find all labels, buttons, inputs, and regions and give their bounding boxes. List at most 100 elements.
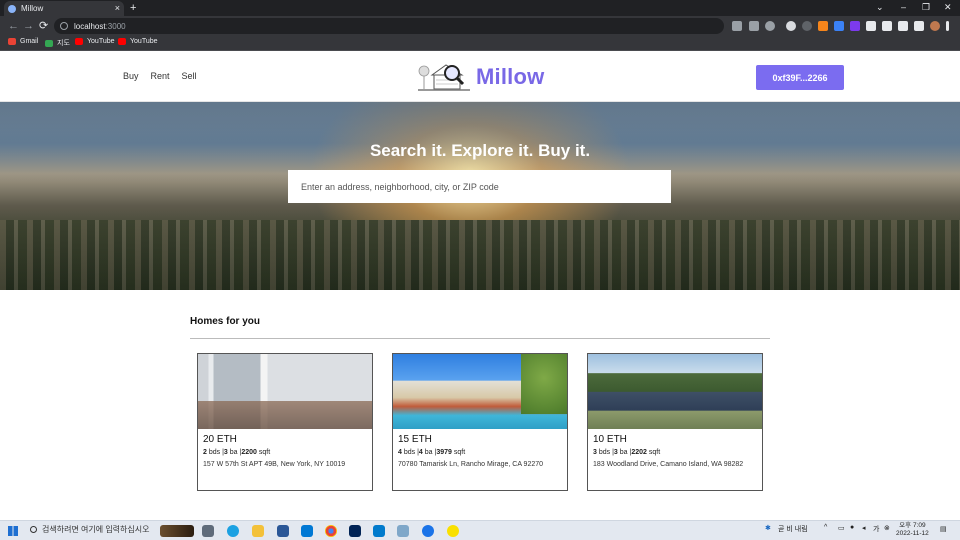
puzzle-extensions-icon[interactable] <box>882 21 892 31</box>
app-icon[interactable] <box>422 525 434 537</box>
extension-icon[interactable] <box>802 21 812 31</box>
extension-icon[interactable] <box>834 21 844 31</box>
bookmark-label: Gmail <box>20 38 39 45</box>
wallet-account-button[interactable]: 0xf39F...2266 <box>756 65 844 90</box>
brand-logo[interactable]: Millow <box>414 59 544 95</box>
bookmark-youtube[interactable]: YouTube <box>118 38 158 45</box>
taskbar-search-text: 검색하려면 여기에 입력하십시오 <box>42 525 150 534</box>
hero-headline: Search it. Explore it. Buy it. <box>369 141 591 160</box>
powershell-icon[interactable] <box>349 525 361 537</box>
bookmark-label: YouTube <box>130 38 158 45</box>
share-icon[interactable] <box>749 21 759 31</box>
youtube-icon <box>75 38 83 45</box>
profile-avatar[interactable] <box>930 21 940 31</box>
url-text: localhost:3000 <box>74 21 126 31</box>
home-image <box>393 354 567 429</box>
task-view-icon[interactable] <box>202 525 214 537</box>
home-image <box>198 354 372 429</box>
home-price: 10 ETH <box>593 434 627 445</box>
battery-icon[interactable]: ▭ <box>838 524 845 532</box>
back-arrow-icon[interactable]: ← <box>8 19 19 33</box>
site-info-icon[interactable] <box>60 22 68 30</box>
mail-icon[interactable] <box>301 525 313 537</box>
side-panel-icon[interactable] <box>914 21 924 31</box>
bookmark-maps[interactable]: 지도 <box>45 38 70 48</box>
extension-icon[interactable] <box>850 21 860 31</box>
bookmark-youtube[interactable]: YouTube <box>75 38 115 45</box>
home-address: 183 Woodland Drive, Camano Island, WA 98… <box>593 461 744 468</box>
store-icon[interactable] <box>277 525 289 537</box>
notification-icon[interactable]: ▤ <box>940 525 947 533</box>
address-bar[interactable]: localhost:3000 <box>54 18 724 34</box>
hero-cityscape <box>0 220 960 290</box>
tab-search-icon[interactable]: ⌄ <box>876 2 884 13</box>
volume-icon[interactable]: ◂ <box>862 524 866 532</box>
bookmark-label: 지도 <box>57 40 70 47</box>
home-address: 70780 Tamarisk Ln, Rancho Mirage, CA 922… <box>398 461 544 468</box>
taskbar-clock[interactable]: 오후 7:09 2022-11-12 <box>896 522 929 538</box>
tab-favicon-icon <box>8 4 16 13</box>
bookmark-gmail[interactable]: Gmail <box>8 38 38 45</box>
extension-icon[interactable] <box>786 21 796 31</box>
file-explorer-icon[interactable] <box>252 525 264 537</box>
ime-icon[interactable]: 가 <box>873 524 879 534</box>
new-tab-button[interactable]: + <box>130 2 136 14</box>
os-taskbar: 검색하려면 여기에 입력하십시오 ✱ 곧 비 내림 ^ ▭ ● ◂ 가 ⊗ 오후… <box>0 520 960 540</box>
search-input[interactable] <box>288 170 671 203</box>
forward-arrow-icon[interactable]: → <box>23 19 34 33</box>
browser-tab[interactable]: Millow × <box>4 1 124 16</box>
translate-icon[interactable] <box>732 21 742 31</box>
minimize-button[interactable]: – <box>901 2 906 13</box>
home-card[interactable]: 20 ETH 2 bds |3 ba |2200 sqft 157 W 57th… <box>197 353 373 491</box>
home-specs: 3 bds |3 ba |2202 sqft <box>593 449 661 456</box>
close-window-button[interactable]: ✕ <box>944 2 952 13</box>
screen: Millow × + ⌄ – ❐ ✕ ← → ⟳ localhost:3000 <box>0 0 960 540</box>
search-icon <box>30 526 37 533</box>
windows-start-icon[interactable] <box>8 526 18 536</box>
nav-link-rent[interactable]: Rent <box>151 71 170 81</box>
home-card[interactable]: 10 ETH 3 bds |3 ba |2202 sqft 183 Woodla… <box>587 353 763 491</box>
maximize-button[interactable]: ❐ <box>922 2 930 13</box>
tab-title: Millow <box>21 4 44 13</box>
gmail-icon <box>8 38 16 45</box>
nav-link-sell[interactable]: Sell <box>182 71 197 81</box>
search-highlight-image[interactable] <box>160 525 194 537</box>
hero-banner: Search it. Explore it. Buy it. <box>0 102 960 290</box>
extension-icon[interactable] <box>866 21 876 31</box>
home-price: 15 ETH <box>398 434 432 445</box>
home-specs: 4 bds |4 ba |3979 sqft <box>398 449 466 456</box>
maps-icon <box>45 39 53 47</box>
bookmarks-bar: Gmail 지도 YouTube YouTube <box>0 36 960 51</box>
weather-text[interactable]: 곧 비 내림 <box>778 524 808 534</box>
site-header: Buy Rent Sell Millow 0xf39F...2266 <box>0 51 960 102</box>
home-card[interactable]: 15 ETH 4 bds |4 ba |3979 sqft 70780 Tama… <box>392 353 568 491</box>
tray-overflow-icon[interactable]: ^ <box>824 524 827 531</box>
vscode-icon[interactable] <box>373 525 385 537</box>
browser-toolbar: ← → ⟳ localhost:3000 <box>0 16 960 36</box>
app-icon[interactable] <box>397 525 409 537</box>
edge-icon[interactable] <box>227 525 239 537</box>
chrome-icon[interactable] <box>325 525 337 537</box>
tab-close-icon[interactable]: × <box>115 4 120 13</box>
home-image <box>588 354 762 429</box>
taskbar-search[interactable]: 검색하려면 여기에 입력하십시오 <box>30 524 149 535</box>
reload-icon[interactable]: ⟳ <box>39 19 48 33</box>
house-magnifier-icon <box>418 64 470 91</box>
home-specs: 2 bds |3 ba |2200 sqft <box>203 449 271 456</box>
section-divider <box>190 338 770 339</box>
nav-link-buy[interactable]: Buy <box>123 71 139 81</box>
nav-links: Buy Rent Sell <box>123 71 197 81</box>
home-price: 20 ETH <box>203 434 237 445</box>
reading-list-icon[interactable] <box>898 21 908 31</box>
menu-kebab-icon[interactable] <box>946 21 949 31</box>
brand-name: Millow <box>476 64 545 89</box>
bookmark-star-icon[interactable] <box>765 21 775 31</box>
weather-icon[interactable]: ✱ <box>765 524 771 532</box>
bookmark-label: YouTube <box>87 38 115 45</box>
youtube-icon <box>118 38 126 45</box>
section-title: Homes for you <box>190 316 261 327</box>
metamask-icon[interactable] <box>818 21 828 31</box>
microphone-icon[interactable]: ● <box>850 524 854 531</box>
kakaotalk-icon[interactable] <box>447 525 459 537</box>
ime-mode-icon[interactable]: ⊗ <box>884 524 890 532</box>
